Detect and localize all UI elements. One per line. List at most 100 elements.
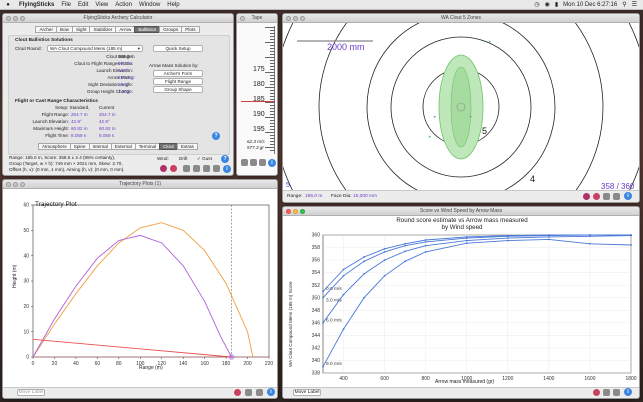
close-button[interactable] [6,16,11,21]
clock[interactable]: Mon 10 Dec 6:27:16 [563,2,617,8]
menu-action[interactable]: Action [115,2,132,8]
minimize-button[interactable] [293,16,298,21]
title-bar[interactable]: Trajectory Plots (1) [3,180,277,189]
zoom-button[interactable] [300,209,305,214]
score-point [424,251,427,253]
tape-tick [270,111,275,112]
corner-label: 5 [286,182,290,189]
y-tick-label: 346 [312,320,321,326]
group-shape-button[interactable]: Group Shape [153,86,203,93]
minimize-button[interactable] [293,209,298,214]
target-icon[interactable] [170,165,177,172]
print-icon[interactable] [183,165,190,172]
sight-deviation-value: 10.0° [118,82,129,87]
record-icon[interactable] [234,389,241,396]
apple-icon[interactable]: ● [4,2,12,8]
info-icon[interactable]: i [223,165,231,173]
score-point [424,244,427,247]
help-icon[interactable]: ? [212,132,220,140]
info-icon[interactable]: i [624,388,632,396]
close-button[interactable] [286,209,291,214]
y-tick-label: 352 [312,283,321,289]
arrow-left-icon[interactable] [241,159,248,166]
print-icon[interactable] [245,389,252,396]
quick-setup-button[interactable]: Quick Setup [153,45,203,52]
grid-icon[interactable] [213,165,220,172]
tab-spine[interactable]: Spine [69,143,90,150]
minimize-button[interactable] [13,16,18,21]
gust-checkbox[interactable]: ✓ Gust [197,156,212,162]
image-icon[interactable] [613,389,620,396]
record-icon[interactable] [160,165,167,172]
series-label: 9.0 m/s [326,361,342,367]
archers-form-button[interactable]: Archer's Form [153,70,203,77]
tab-extras[interactable]: Extras [176,143,198,150]
tab-clout[interactable]: Clout [159,143,178,150]
tab-sight[interactable]: Sight [71,26,91,33]
close-button[interactable] [6,182,11,187]
close-button[interactable] [240,16,245,21]
tape-tick [265,72,275,73]
time-machine-icon[interactable]: ◷ [534,1,539,8]
x-tick-label: 60 [95,361,101,367]
tab-plots[interactable]: Plots [181,26,200,33]
tab-atmosphere[interactable]: Atmosphere [38,143,71,150]
close-button[interactable] [286,16,291,21]
menu-window[interactable]: Window [139,2,160,8]
menu-view[interactable]: View [95,2,108,8]
tape-tick [265,147,275,148]
tab-arrow[interactable]: Arrow [115,26,136,33]
landing-point [228,354,235,360]
title-bar[interactable]: Score vs Wind Speed by Arrow Mass [283,207,639,216]
image-icon[interactable] [613,193,620,200]
minimize-button[interactable] [13,182,18,187]
info-icon[interactable]: i [267,388,275,396]
battery-icon[interactable]: ▮ [555,1,558,8]
series-label: 6.0 m/s [326,317,342,323]
image-icon[interactable] [256,389,263,396]
range-label: Range: [287,194,303,199]
search-icon[interactable]: ⚲ [622,1,626,8]
tab-internal[interactable]: Internal [88,143,112,150]
x-axis-label: Arrow mass measured (gr) [435,379,495,385]
trajectory-series [32,222,254,358]
menu-file[interactable]: File [61,2,71,8]
list-icon[interactable]: ☰ [632,1,637,8]
menu-app[interactable]: FlyingSticks [19,2,54,8]
zoom-button[interactable] [300,16,305,21]
tab-groups[interactable]: Groups [159,26,183,33]
record-icon[interactable] [593,193,600,200]
image-icon[interactable] [193,165,200,172]
wifi-icon[interactable]: ◉ [545,1,550,8]
move-label-button[interactable]: Move Label [17,389,45,396]
move-label-button[interactable]: Move Label [293,389,321,396]
title-bar[interactable]: WA Clout 5 Zones [283,14,639,23]
flight-range-button[interactable]: Flight Range [153,78,203,85]
print-icon[interactable] [603,389,610,396]
tab-stabilizer[interactable]: Stabilizer [89,26,117,33]
title-bar[interactable]: FlyingSticks Archery Calculator [3,14,233,23]
menu-help[interactable]: Help [167,2,179,8]
help-icon[interactable]: ? [221,155,229,163]
tab-terminal[interactable]: Terminal [134,143,161,150]
tab-external[interactable]: External [110,143,136,150]
tape-tick [270,33,275,34]
target-icon[interactable] [583,193,590,200]
print-icon[interactable] [603,193,610,200]
tab-ballistics[interactable]: Ballistics [134,26,161,33]
tab-bow[interactable]: Bow [56,26,73,33]
menu-edit[interactable]: Edit [78,2,88,8]
info-icon[interactable]: i [624,192,632,200]
clout-round-select[interactable]: WA Clout Compound Mens (185 m) ▾ [47,45,143,52]
zoom-button[interactable] [20,182,25,187]
image-icon[interactable] [259,159,266,166]
document-icon[interactable] [203,165,210,172]
info-icon[interactable]: i [268,159,276,167]
record-icon[interactable] [593,389,600,396]
drift-label[interactable]: Drift [179,156,187,161]
title-bar[interactable]: Tape [237,14,277,23]
scale-label: 2000 mm [327,42,365,52]
zoom-button[interactable] [20,16,25,21]
print-icon[interactable] [250,159,257,166]
tab-archer[interactable]: Archer [35,26,58,33]
